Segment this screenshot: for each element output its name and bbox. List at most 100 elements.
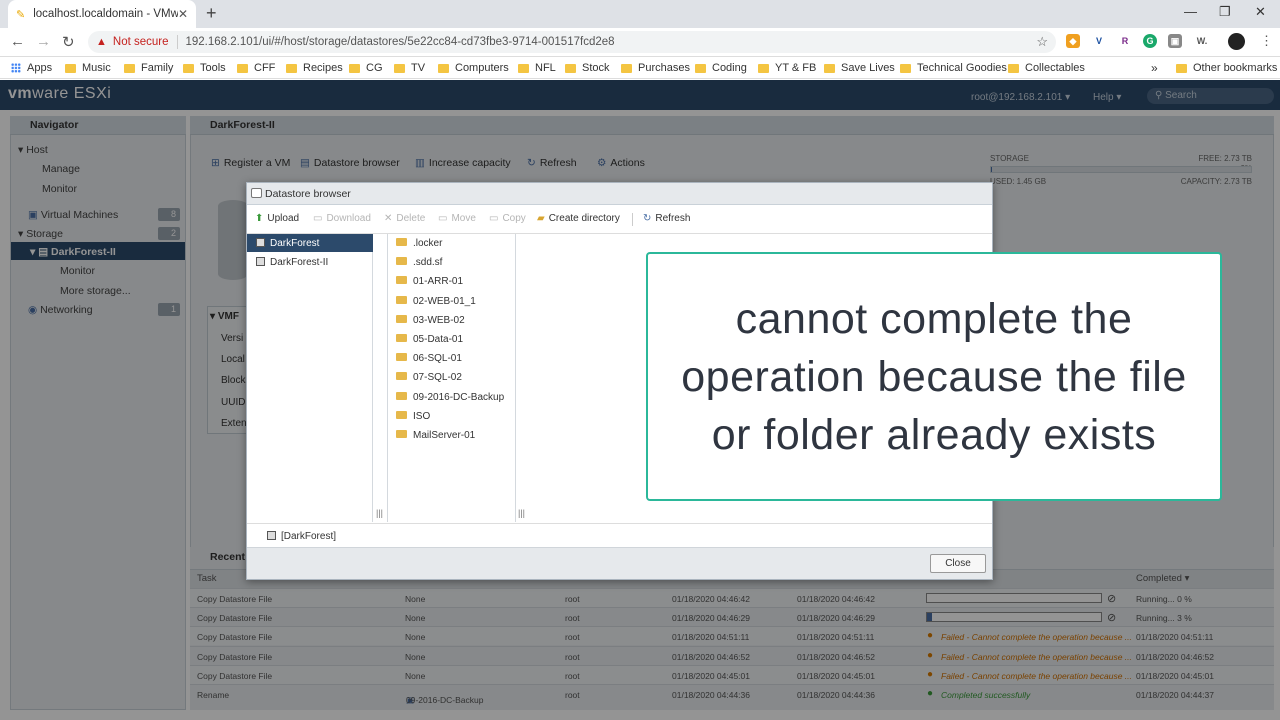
folder-icon [183,63,194,73]
folder-icon [65,63,76,73]
delete-button[interactable]: ✕ Delete [384,213,425,224]
folder-icon [396,238,407,246]
extension-icon-5[interactable]: ▣ [1168,34,1182,48]
bookmark-cg[interactable]: CG [349,62,383,74]
folder-icon [286,63,297,73]
back-icon[interactable]: ← [10,33,25,50]
bookmark-save-lives[interactable]: Save Lives [824,62,895,74]
omnibox[interactable]: ▲ Not secure 192.168.2.101/ui/#/host/sto… [88,31,1056,53]
datastore-icon [256,257,265,266]
folder-icon [396,391,407,400]
close-tab-icon[interactable]: ✕ [178,7,188,21]
folder-icon [396,410,407,419]
folder-icon [396,353,407,362]
reload-icon[interactable]: ↻ [62,33,75,51]
upload-button[interactable]: ⬆ Upload [255,213,299,224]
bookmark-cff[interactable]: CFF [237,62,275,74]
datastore-item-darkforest-ii[interactable]: DarkForest-II [256,257,328,268]
folder-item[interactable]: .locker [396,238,442,249]
profile-avatar[interactable] [1228,33,1245,50]
apps-grid-icon [11,63,21,73]
bookmark-nfl[interactable]: NFL [518,62,556,74]
folder-item[interactable]: 09-2016-DC-Backup [396,391,504,403]
bookmark-collectables[interactable]: Collectables [1008,62,1085,74]
create-directory-button[interactable]: ▰ Create directory [537,213,620,224]
folder-item[interactable]: 07-SQL-02 [396,372,462,383]
folder-icon [237,63,248,73]
dialog-footer [247,547,992,579]
folder-icon [621,63,632,73]
bookmark-music[interactable]: Music [65,62,111,74]
bookmark-recipes[interactable]: Recipes [286,62,343,74]
bookmark-tv[interactable]: TV [394,62,425,74]
url-text[interactable]: 192.168.2.101/ui/#/host/storage/datastor… [186,36,615,48]
folder-icon [438,63,449,73]
bookmark-technical-goodies[interactable]: Technical Goodies [900,62,1007,74]
extension-icon-3[interactable]: R [1118,34,1132,48]
copy-icon: ▭ [489,213,499,224]
datastore-icon [256,238,265,247]
bookmark-tools[interactable]: Tools [183,62,226,74]
bookmark-family[interactable]: Family [124,62,173,74]
bookmark-coding[interactable]: Coding [695,62,747,74]
forward-icon[interactable]: → [36,33,51,50]
pane-resize-handle[interactable]: ||| [518,508,525,518]
bookmark-computers[interactable]: Computers [438,62,509,74]
folder-item[interactable]: MailServer-01 [396,430,475,441]
datastore-item-darkforest[interactable]: DarkForest [256,238,319,249]
bookmark-stock[interactable]: Stock [565,62,610,74]
folder-item[interactable]: 02-WEB-01_1 [396,295,476,307]
upload-icon: ⬆ [255,213,264,224]
folder-icon [518,63,529,73]
toolbar-divider [632,213,633,226]
folder-icon [396,334,407,342]
folder-icon [396,314,407,323]
close-window-icon[interactable]: ✕ [1255,4,1266,20]
refresh-icon: ↻ [643,213,652,224]
folder-item[interactable]: 03-WEB-02 [396,314,465,326]
folder-icon [758,63,769,73]
extension-icon-6[interactable]: W. [1193,34,1211,48]
bookmark-apps[interactable]: Apps [11,62,52,74]
browser-tab[interactable]: ✎ localhost.localdomain - VMware ✕ [8,0,196,28]
extension-icon-1[interactable]: ◆ [1066,34,1080,48]
folder-icon [124,63,135,73]
not-secure-label[interactable]: Not secure [113,36,169,48]
chrome-menu-icon[interactable]: ⋮ [1260,33,1273,49]
close-button[interactable]: Close [930,554,986,573]
folder-icon [396,257,407,266]
favicon-icon: ✎ [16,8,26,21]
move-button[interactable]: ▭ Move [438,213,476,224]
minimize-icon[interactable]: — [1184,4,1197,19]
datastore-list-pane [247,234,373,522]
download-button[interactable]: ▭ Download [313,213,371,224]
folder-item[interactable]: 06-SQL-01 [396,353,462,364]
folder-icon [394,63,405,73]
extension-icon-2[interactable]: V [1092,34,1106,48]
bookmarks-overflow-icon[interactable]: » [1151,61,1158,75]
dialog-refresh-button[interactable]: ↻ Refresh [643,213,690,224]
bookmark-star-icon[interactable]: ☆ [1036,34,1048,50]
folder-item[interactable]: 05-Data-01 [396,334,463,345]
folder-icon [824,63,835,73]
bookmark-purchases[interactable]: Purchases [621,62,690,74]
folder-icon [396,295,407,304]
bookmark-yt-fb[interactable]: YT & FB [758,62,816,74]
pane-resize-handle[interactable]: ||| [376,508,383,518]
folder-icon [396,430,407,438]
dialog-title: Datastore browser [247,183,992,205]
delete-icon: ✕ [384,213,393,224]
warning-icon: ▲ [96,36,107,48]
tab-title: localhost.localdomain - VMware [33,8,178,20]
folder-icon [1176,63,1187,73]
folder-item[interactable]: .sdd.sf [396,257,442,268]
copy-button[interactable]: ▭ Copy [489,213,526,224]
folder-icon [900,63,911,73]
folder-item[interactable]: ISO [396,410,430,422]
grammarly-icon[interactable]: G [1143,34,1157,48]
maximize-icon[interactable]: ❐ [1219,4,1231,20]
bookmark-other[interactable]: Other bookmarks [1176,62,1277,74]
folder-item[interactable]: 01-ARR-01 [396,276,463,287]
folder-icon [1008,63,1019,73]
new-tab-icon[interactable]: + [206,3,217,24]
